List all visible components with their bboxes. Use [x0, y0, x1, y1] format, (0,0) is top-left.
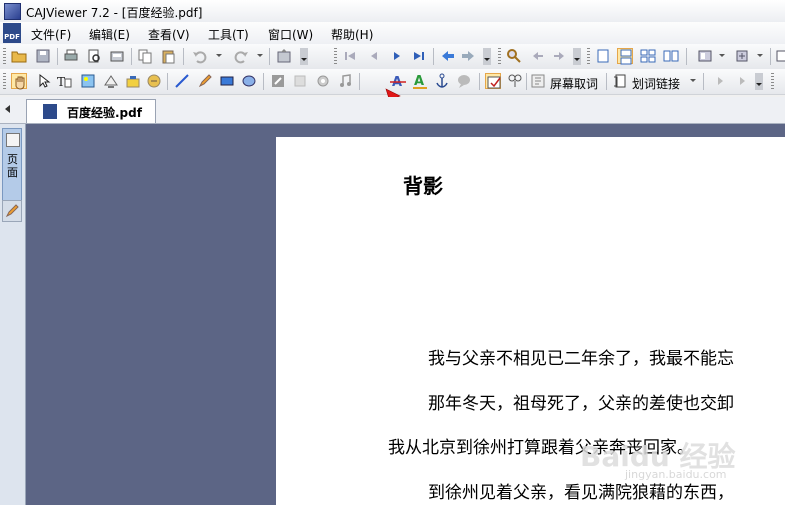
find-icon[interactable]	[506, 48, 522, 64]
toolbar-grip[interactable]	[771, 73, 774, 90]
menu-tools[interactable]: 工具(T)	[208, 26, 249, 43]
underline-icon[interactable]: A	[412, 73, 428, 89]
toolbar-grip[interactable]	[587, 48, 590, 65]
first-page-icon[interactable]	[342, 48, 358, 64]
undo-icon[interactable]	[192, 48, 208, 64]
tab-label: 百度经验.pdf	[67, 106, 142, 120]
anchor-icon[interactable]	[434, 73, 450, 89]
layout-dropdown-icon[interactable]	[719, 54, 725, 57]
line-pen-icon[interactable]	[174, 73, 190, 89]
hand-tool-icon[interactable]	[11, 73, 27, 90]
rotate-icon[interactable]	[734, 48, 750, 64]
annotation-toggle-icon[interactable]	[485, 73, 501, 89]
toolbar-overflow-button[interactable]	[483, 48, 491, 65]
open-icon[interactable]	[11, 48, 27, 64]
menu-view[interactable]: 查看(V)	[148, 26, 190, 43]
stamp-icon[interactable]	[292, 73, 308, 89]
scan-icon[interactable]	[109, 48, 125, 64]
image-select-icon[interactable]	[80, 73, 96, 89]
pencil-icon	[5, 204, 19, 218]
audio-note-icon[interactable]	[337, 73, 353, 89]
forward-arrow-icon[interactable]	[460, 48, 476, 64]
select-arrow-icon[interactable]	[36, 73, 52, 89]
side-tab-annotations[interactable]	[2, 200, 22, 222]
svg-text:T: T	[57, 75, 65, 89]
print-preview-icon[interactable]	[86, 48, 102, 64]
eraser-icon[interactable]	[270, 73, 286, 89]
menu-file[interactable]: 文件(F)	[31, 26, 71, 43]
layout-icon[interactable]	[697, 48, 713, 64]
window-icon[interactable]	[775, 48, 785, 64]
menu-edit[interactable]: 编辑(E)	[89, 26, 130, 43]
toolbar-overflow-button[interactable]	[755, 73, 763, 90]
undo-dropdown-icon[interactable]	[216, 54, 222, 57]
previous-page-icon[interactable]	[366, 48, 382, 64]
ocr-icon[interactable]	[103, 73, 119, 89]
knowledge-icon[interactable]	[146, 73, 162, 89]
find-next-icon[interactable]	[551, 48, 567, 64]
word-link-dropdown-icon[interactable]	[690, 79, 696, 82]
snapshot-icon[interactable]	[125, 73, 141, 89]
paste-icon[interactable]	[160, 48, 176, 64]
facing-pages-icon[interactable]	[640, 48, 656, 64]
attachment-icon[interactable]	[315, 73, 331, 89]
screen-word-pick-icon[interactable]	[530, 73, 546, 89]
svg-text:A: A	[414, 74, 424, 89]
word-link-button[interactable]: 划词链接	[632, 75, 680, 92]
main-toolbar	[0, 44, 785, 70]
document-tab-bar: 百度经验.pdf	[0, 97, 785, 124]
title-bar: CAJViewer 7.2 - [百度经验.pdf]	[0, 0, 785, 22]
pdf-document-icon[interactable]: PDF	[3, 23, 21, 43]
rotate-dropdown-icon[interactable]	[757, 54, 763, 57]
nav-right-icon[interactable]	[712, 73, 728, 89]
properties-icon[interactable]	[276, 48, 292, 64]
watermark-url: jingyan.baidu.com	[625, 468, 727, 481]
menu-window[interactable]: 窗口(W)	[268, 26, 313, 43]
save-icon[interactable]	[35, 48, 51, 64]
tag-icon[interactable]	[507, 73, 523, 89]
document-line: 到徐州见着父亲，看见满院狼藉的东西，	[428, 483, 734, 503]
next-page-icon[interactable]	[389, 48, 405, 64]
last-page-icon[interactable]	[411, 48, 427, 64]
pdf-file-icon	[43, 104, 57, 119]
continuous-page-icon[interactable]	[617, 48, 633, 65]
toolbar-overflow-button[interactable]	[573, 48, 581, 65]
document-line: 我与父亲不相见已二年余了，我最不能忘	[428, 349, 734, 369]
ellipse-icon[interactable]	[241, 73, 257, 89]
document-title: 背影	[403, 174, 443, 198]
word-link-icon[interactable]	[612, 73, 628, 89]
copy-icon[interactable]	[137, 48, 153, 64]
toolbar-grip[interactable]	[3, 73, 6, 90]
side-panel: 页面	[0, 124, 26, 505]
toolbar-grip[interactable]	[498, 48, 501, 65]
document-line: 那年冬天，祖母死了，父亲的差使也交卸	[428, 394, 734, 414]
tab-scroll-left-icon[interactable]	[5, 105, 10, 113]
menu-bar: PDF 文件(F) 编辑(E) 查看(V) 工具(T) 窗口(W) 帮助(H)	[0, 22, 785, 44]
toolbar-overflow-button[interactable]	[300, 48, 308, 65]
find-previous-icon[interactable]	[530, 48, 546, 64]
side-tab-pages[interactable]: 页面	[2, 128, 22, 206]
screen-word-pick-button[interactable]: 屏幕取词	[550, 75, 598, 92]
rectangle-icon[interactable]	[219, 73, 235, 89]
single-page-icon[interactable]	[595, 48, 611, 64]
nav-right-alt-icon[interactable]	[734, 73, 750, 89]
page-thumbnail-icon	[6, 133, 20, 147]
window-title: CAJViewer 7.2 - [百度经验.pdf]	[26, 6, 203, 20]
toolbar-grip[interactable]	[334, 48, 337, 65]
app-icon	[4, 3, 21, 20]
print-icon[interactable]	[63, 48, 79, 64]
back-arrow-icon[interactable]	[440, 48, 456, 64]
text-select-icon[interactable]: T	[56, 73, 72, 89]
redo-icon[interactable]	[233, 48, 249, 64]
toolbar-grip[interactable]	[3, 48, 6, 65]
side-tab-pages-label: 页面	[7, 153, 18, 179]
tab-baidu-pdf[interactable]: 百度经验.pdf	[26, 99, 156, 123]
pencil-icon[interactable]	[197, 73, 213, 89]
comment-icon[interactable]	[456, 73, 472, 89]
menu-help[interactable]: 帮助(H)	[331, 26, 373, 43]
redo-dropdown-icon[interactable]	[257, 54, 263, 57]
two-page-icon[interactable]	[663, 48, 679, 64]
